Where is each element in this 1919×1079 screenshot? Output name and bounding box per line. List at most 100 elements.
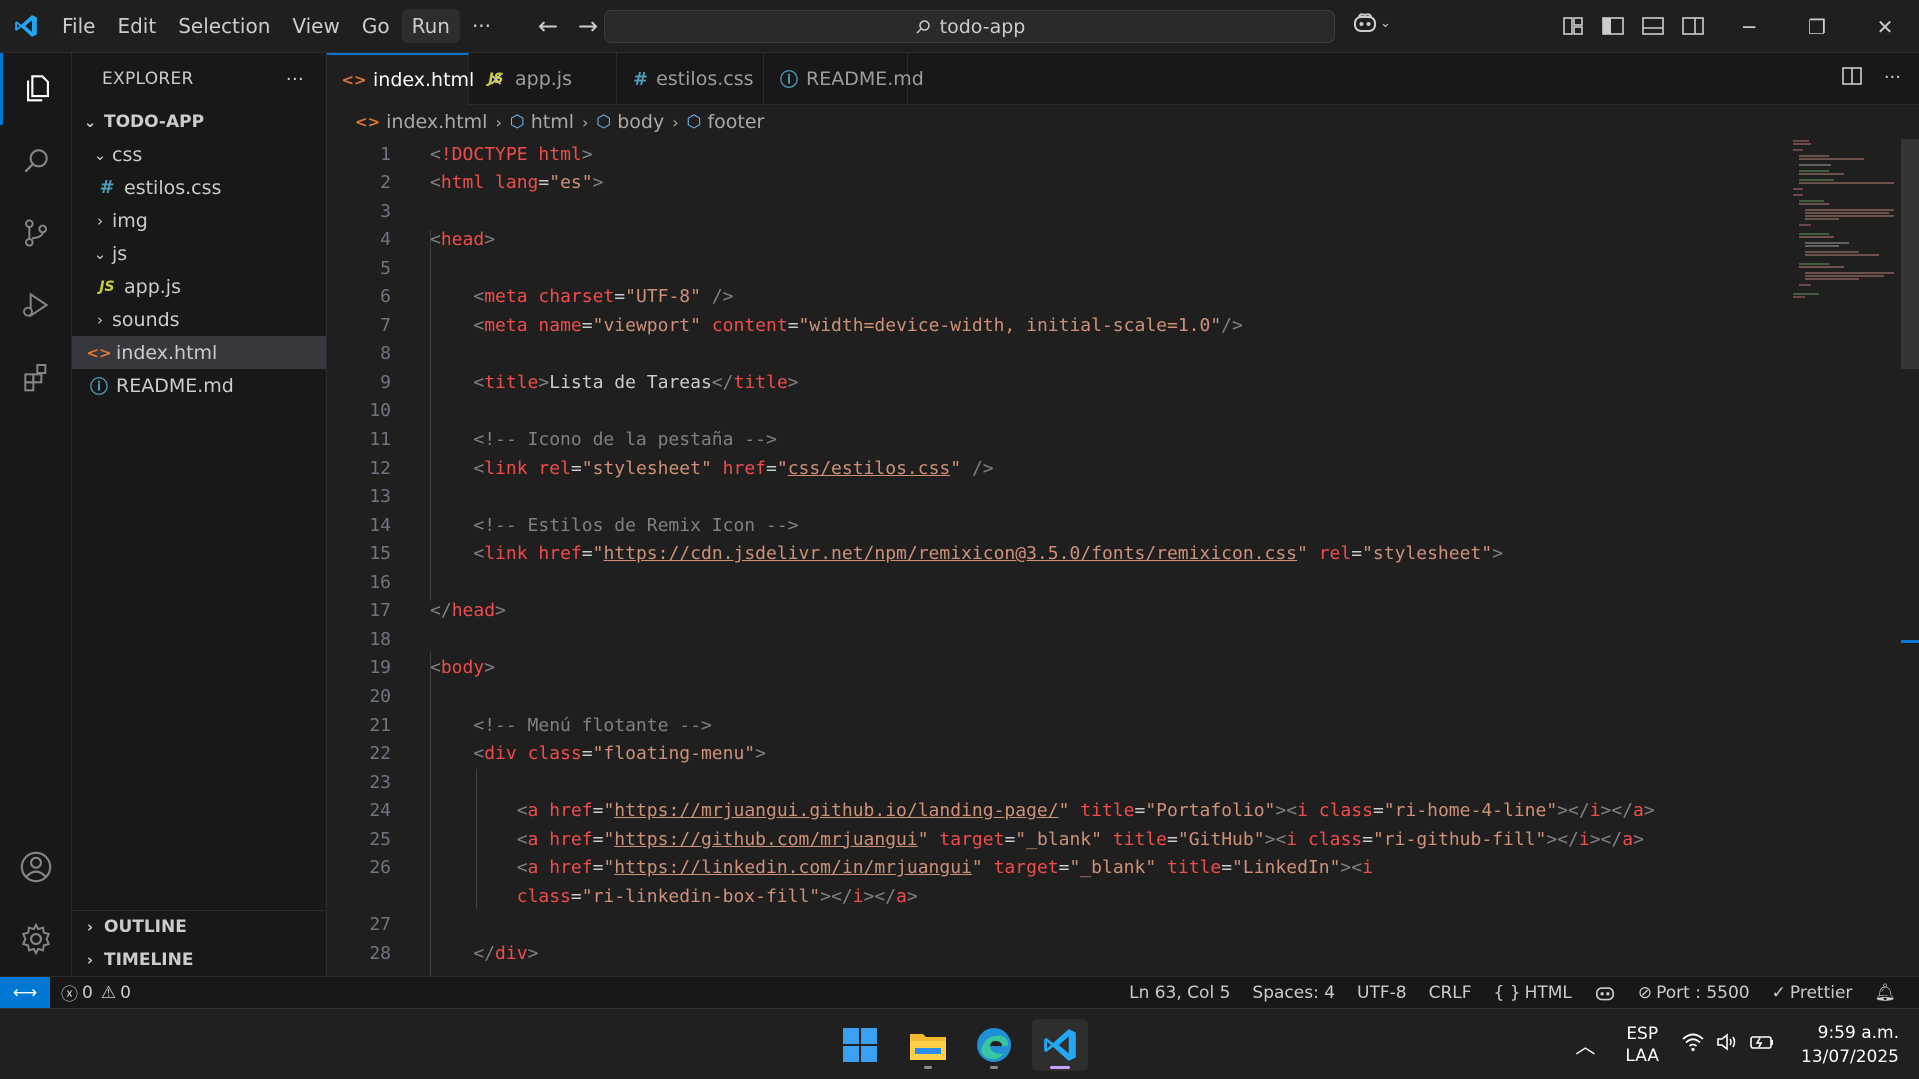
language-mode[interactable]: { } HTML xyxy=(1483,983,1583,1003)
copilot-button[interactable]: ⌄ xyxy=(1352,12,1391,34)
indentation[interactable]: Spaces: 4 xyxy=(1241,983,1346,1003)
tab-index-html[interactable]: <> index.html ✕ xyxy=(327,53,503,105)
tab-estilos-css[interactable]: # estilos.css xyxy=(617,53,764,105)
clock[interactable]: 9:59 a.m. 13/07/2025 xyxy=(1801,1021,1899,1069)
explorer-more-button[interactable]: ··· xyxy=(286,69,304,90)
accounts-icon[interactable] xyxy=(0,831,72,903)
restore-icon[interactable]: ❐ xyxy=(1783,0,1851,53)
tab-label: index.html xyxy=(373,69,475,91)
toggle-panel-icon[interactable] xyxy=(1640,13,1666,39)
source-control-icon[interactable] xyxy=(0,197,72,269)
broadcast-icon: ⊘ xyxy=(1637,983,1653,1003)
edge-browser-app-icon[interactable] xyxy=(966,1019,1022,1071)
line-number: 13 xyxy=(369,486,391,508)
input-language[interactable]: ESP LAA xyxy=(1625,1023,1659,1067)
editor-scrollbar[interactable] xyxy=(1901,139,1919,369)
split-editor-icon[interactable] xyxy=(1842,67,1862,90)
tree-item-label: estilos.css xyxy=(124,176,222,199)
notifications-bell-icon[interactable]: 🔔︎ xyxy=(1863,983,1907,1003)
line-number: 24 xyxy=(369,800,391,822)
breadcrumb-item[interactable]: footer xyxy=(707,111,764,133)
vscode-app-icon[interactable] xyxy=(1032,1019,1088,1071)
prettier-label: Prettier xyxy=(1789,983,1853,1003)
tree-folder[interactable]: ⌄ css xyxy=(72,138,326,171)
menu-selection[interactable]: Selection xyxy=(168,9,280,43)
close-window-icon[interactable]: ✕ xyxy=(1851,0,1919,53)
windows-start-icon[interactable] xyxy=(832,1019,888,1071)
code-line: 2 <html lang="es"> xyxy=(327,169,1767,197)
wifi-icon[interactable] xyxy=(1681,1032,1705,1057)
tree-item-label: index.html xyxy=(116,341,218,364)
chevron-down-icon: ⌄ xyxy=(93,244,107,263)
tree-folder[interactable]: ⌄ js xyxy=(72,237,326,270)
cursor-position[interactable]: Ln 63, Col 5 xyxy=(1118,983,1241,1003)
chevron-right-icon: › xyxy=(97,310,103,329)
battery-charging-icon[interactable] xyxy=(1749,1032,1775,1057)
menu-go[interactable]: Go xyxy=(352,9,400,43)
customize-layout-icon[interactable] xyxy=(1560,13,1586,39)
timeline-section[interactable]: › TIMELINE xyxy=(72,943,327,976)
forward-arrow-icon[interactable]: → xyxy=(573,11,603,41)
tree-item-label: img xyxy=(112,209,148,232)
code-text: <a href="https://mrjuangui.github.io/lan… xyxy=(516,800,1655,822)
code-line: 12 <link rel="stylesheet" href="css/esti… xyxy=(327,454,1767,482)
chevron-down-icon: ⌄ xyxy=(83,112,97,131)
line-number: 1 xyxy=(380,143,391,165)
volume-icon[interactable] xyxy=(1715,1032,1739,1057)
outline-section[interactable]: › OUTLINE xyxy=(72,910,327,943)
file-explorer-app-icon[interactable] xyxy=(900,1019,956,1071)
explorer-sidebar: EXPLORER ··· ⌄ TODO-APP ⌄ css # estilos.css… xyxy=(72,53,327,976)
code-line: 8 xyxy=(327,340,1767,368)
problems-indicator[interactable]: ⓧ 0 ⚠ 0 xyxy=(50,980,142,1006)
toggle-secondary-sidebar-icon[interactable] xyxy=(1680,13,1706,39)
breadcrumb-item[interactable]: body xyxy=(617,111,664,133)
breadcrumb-item[interactable]: index.html xyxy=(386,111,487,133)
tree-item-label: README.md xyxy=(116,374,234,397)
tab-README-md[interactable]: ⓘ README.md xyxy=(764,53,924,105)
editor-more-button[interactable]: ··· xyxy=(1884,67,1901,90)
minimap[interactable] xyxy=(1789,139,1899,359)
symbol-cube-icon: ⬡ xyxy=(596,112,612,132)
tree-file[interactable]: JS app.js xyxy=(72,270,326,303)
breadcrumb-item[interactable]: html xyxy=(531,111,574,133)
more-menu-button[interactable]: ··· xyxy=(462,9,501,43)
warning-icon: ⚠ xyxy=(100,982,117,1003)
tree-file[interactable]: <> index.html xyxy=(72,336,326,369)
code-editor[interactable]: 1 <!DOCTYPE html> 2 <html lang="es"> 3 4 <head… xyxy=(327,139,1919,976)
code-line: 7 <meta name="viewport" content="width=d… xyxy=(327,311,1767,339)
back-arrow-icon[interactable]: ← xyxy=(533,11,563,41)
tree-file[interactable]: ⓘ README.md xyxy=(72,369,326,402)
code-text: <html lang="es"> xyxy=(430,172,604,194)
extensions-icon[interactable] xyxy=(0,341,72,413)
line-number: 14 xyxy=(369,514,391,536)
minimize-icon[interactable]: ─ xyxy=(1715,0,1783,53)
run-debug-icon[interactable] xyxy=(0,269,72,341)
menu-view[interactable]: View xyxy=(282,9,349,43)
menu-run[interactable]: Run xyxy=(401,9,460,43)
chevron-up-icon[interactable]: ︿ xyxy=(1575,1030,1595,1059)
encoding[interactable]: UTF-8 xyxy=(1346,983,1418,1003)
prettier-status[interactable]: ✓ Prettier xyxy=(1761,983,1864,1003)
tree-folder[interactable]: › sounds xyxy=(72,303,326,336)
search-icon[interactable] xyxy=(0,125,72,197)
menu-file[interactable]: File xyxy=(52,9,105,43)
chevron-right-icon: › xyxy=(97,211,103,230)
toggle-primary-sidebar-icon[interactable] xyxy=(1600,13,1626,39)
tree-folder[interactable]: › img xyxy=(72,204,326,237)
end-of-line[interactable]: CRLF xyxy=(1418,983,1483,1003)
code-line: 14 <!-- Estilos de Remix Icon --> xyxy=(327,511,1767,539)
project-root[interactable]: ⌄ TODO-APP xyxy=(72,105,326,138)
menu-edit[interactable]: Edit xyxy=(107,9,166,43)
tree-file[interactable]: # estilos.css xyxy=(72,171,326,204)
remote-indicator-icon[interactable]: ⟷ xyxy=(0,976,50,1009)
line-number: 23 xyxy=(369,771,391,793)
explorer-icon[interactable] xyxy=(0,53,72,125)
command-center-search[interactable]: todo-app xyxy=(604,10,1335,43)
menu-bar: File Edit Selection View Go Run xyxy=(52,0,462,53)
live-server-port[interactable]: ⊘ Port : 5500 xyxy=(1627,983,1761,1003)
gear-icon[interactable] xyxy=(0,903,72,975)
copilot-status-icon[interactable] xyxy=(1583,984,1627,1002)
tab-app-js[interactable]: JS app.js xyxy=(469,53,617,105)
timeline-title: TIMELINE xyxy=(104,949,194,970)
code-line: 16 xyxy=(327,568,1767,596)
